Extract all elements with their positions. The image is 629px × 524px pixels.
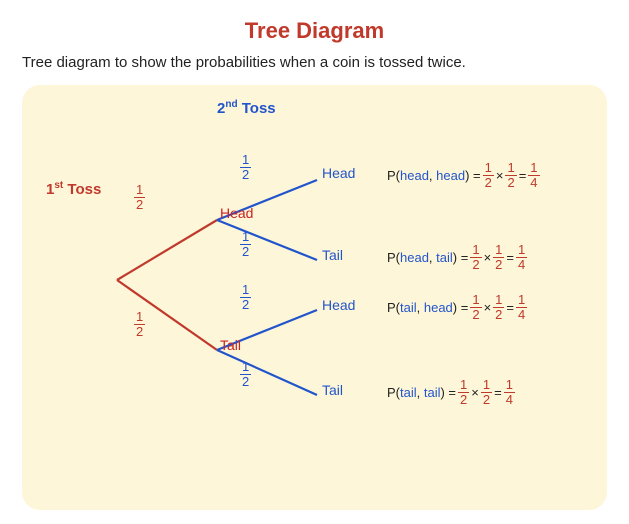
diagram-box: 2nd Toss 1st Toss 12 12: [22, 85, 607, 510]
page: Tree Diagram Tree diagram to show the pr…: [0, 0, 629, 524]
prob-expr-4: P(tail, tail) = 12 × 12 = 14: [387, 378, 515, 408]
frac-blue-bottop: 12: [240, 283, 251, 313]
toss1-label: 1st Toss: [46, 180, 101, 198]
mid-tail-label: Tail: [220, 337, 241, 353]
end-label-botbot: Tail: [322, 382, 343, 398]
frac-blue-toptop: 12: [240, 153, 251, 183]
frac-red-bot: 12: [134, 310, 145, 340]
prob-expr-1: P(head, head) = 12 × 12 = 14: [387, 161, 540, 191]
toss1-sup: st: [54, 180, 63, 191]
frac-blue-botbot: 12: [240, 360, 251, 390]
subtitle: Tree diagram to show the probabilities w…: [22, 54, 607, 71]
mid-head-label: Head: [220, 205, 253, 221]
frac-red-top: 12: [134, 183, 145, 213]
prob-expr-2: P(head, tail) = 12 × 12 = 14: [387, 243, 527, 273]
page-title: Tree Diagram: [22, 18, 607, 44]
end-label-toptop: Head: [322, 165, 355, 181]
prob-expr-3: P(tail, head) = 12 × 12 = 14: [387, 293, 527, 323]
toss2-sup: nd: [225, 99, 237, 110]
end-label-topbot: Tail: [322, 247, 343, 263]
frac-blue-topbot: 12: [240, 230, 251, 260]
toss2-label: 2nd Toss: [217, 99, 276, 117]
end-label-bottop: Head: [322, 297, 355, 313]
